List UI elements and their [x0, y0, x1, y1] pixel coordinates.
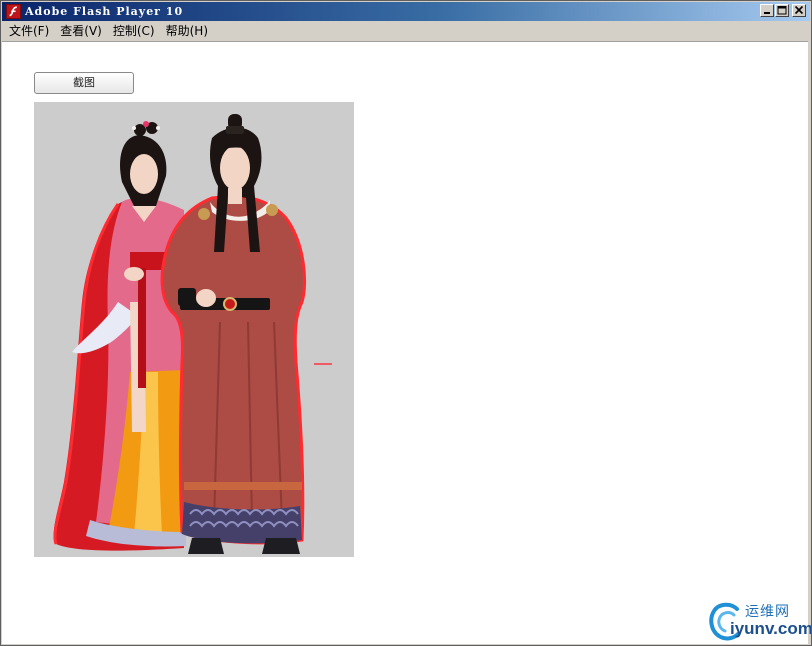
caption-buttons: [760, 4, 806, 17]
minimize-icon: [764, 12, 770, 14]
flash-icon: [6, 4, 21, 19]
menu-help[interactable]: 帮助(H): [159, 22, 212, 41]
menu-view[interactable]: 查看(V): [53, 22, 106, 41]
menu-bar: 文件(F) 查看(V) 控制(C) 帮助(H): [2, 22, 810, 41]
minimize-button[interactable]: [760, 4, 774, 17]
maximize-button[interactable]: [775, 4, 789, 17]
window-title: Adobe Flash Player 10: [25, 5, 184, 18]
close-button[interactable]: [792, 4, 806, 17]
menu-file[interactable]: 文件(F): [2, 22, 53, 41]
capture-button[interactable]: 截图: [34, 72, 134, 94]
watermark: 运维网 iyunv.com: [707, 597, 811, 645]
watermark-cn-text: 运维网: [745, 604, 790, 620]
couple-in-hanfu-image: [34, 102, 354, 557]
menu-control[interactable]: 控制(C): [106, 22, 159, 41]
close-icon: [794, 6, 804, 15]
flash-player-window: Adobe Flash Player 10 文件(F) 查看(V) 控制(C) …: [0, 0, 812, 646]
flash-stage: 截图: [2, 41, 808, 644]
title-bar[interactable]: Adobe Flash Player 10: [2, 2, 810, 21]
maximize-icon: [777, 6, 787, 15]
watermark-url-text: iyunv.com: [730, 619, 812, 638]
costume-illustration: [34, 102, 354, 557]
